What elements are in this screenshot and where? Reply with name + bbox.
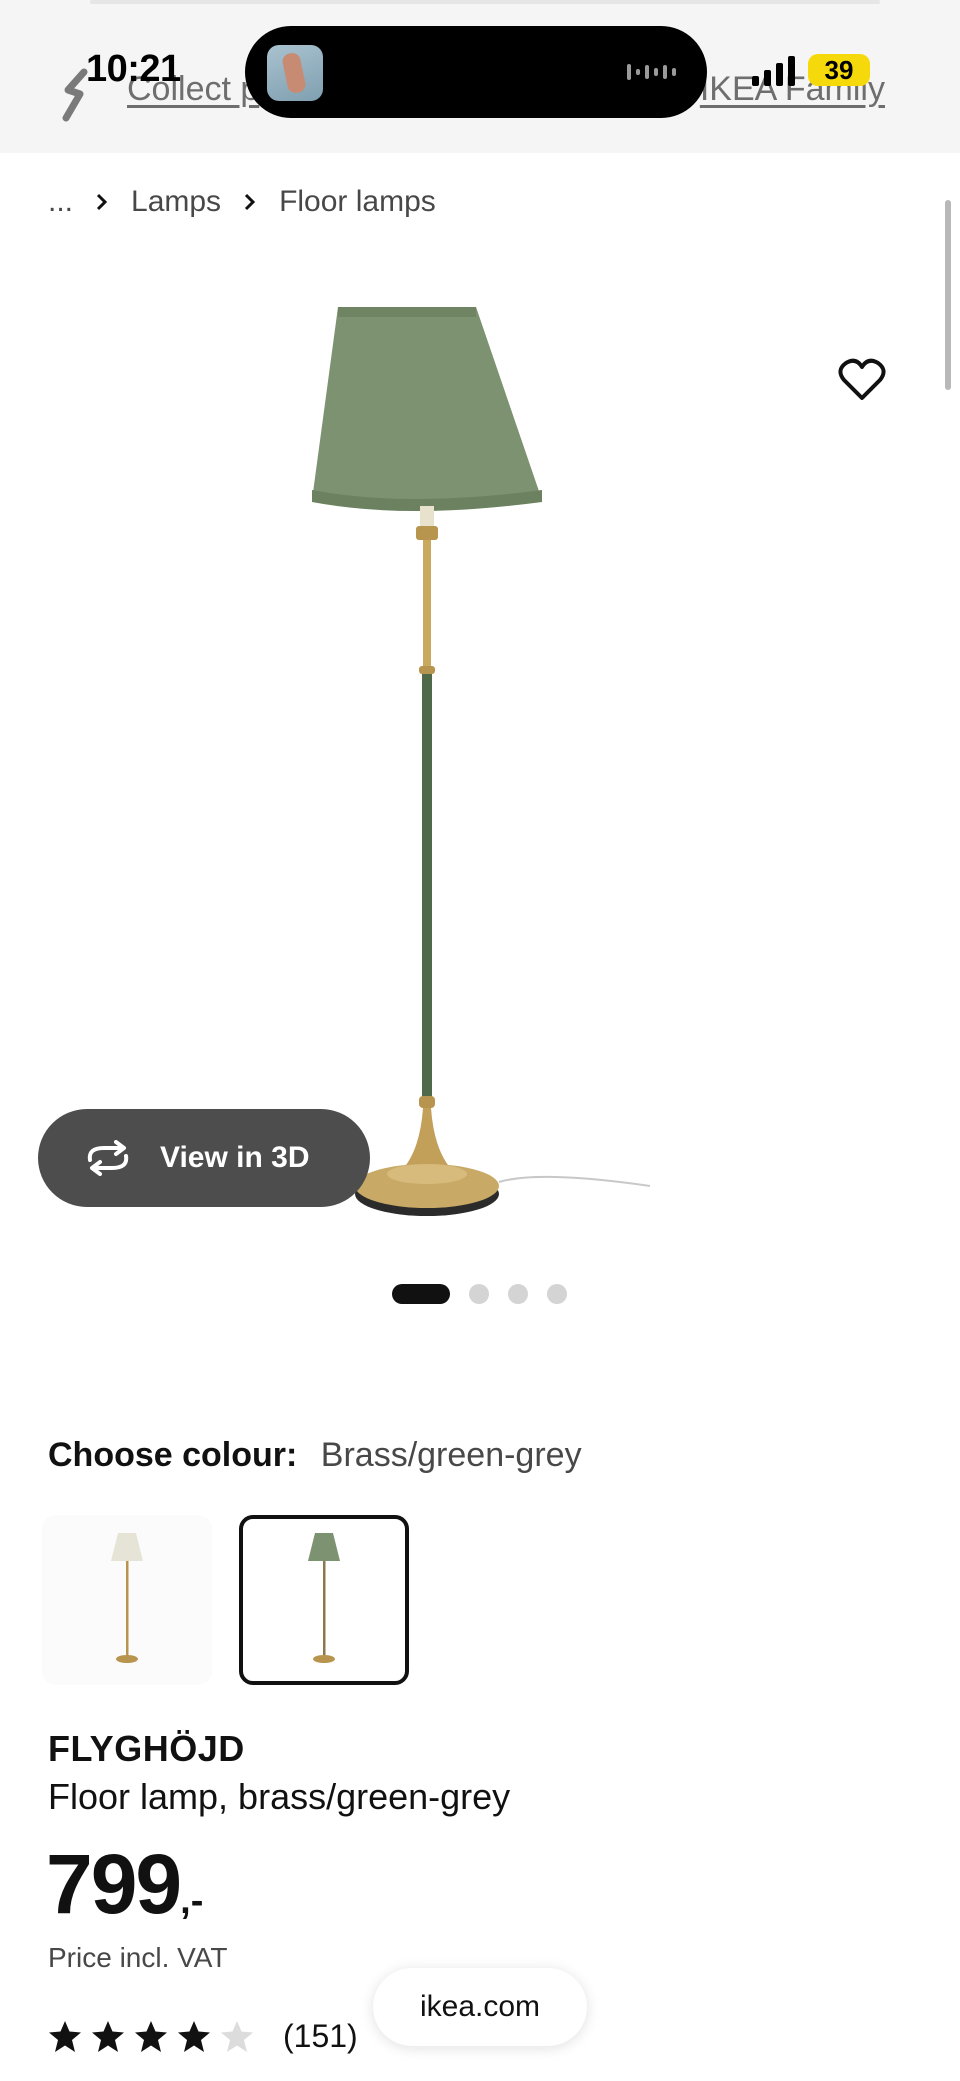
chevron-right-icon: [96, 193, 108, 211]
browser-url-pill[interactable]: ikea.com: [373, 1968, 587, 2046]
star-empty-icon: [221, 2020, 253, 2052]
media-thumbnail: [267, 45, 323, 101]
pagination-dot[interactable]: [469, 1284, 489, 1304]
pagination-dot[interactable]: [547, 1284, 567, 1304]
pagination-dot[interactable]: [508, 1284, 528, 1304]
breadcrumb-ellipsis[interactable]: ...: [48, 185, 73, 219]
breadcrumb: ... Lamps Floor lamps: [48, 185, 436, 219]
scrollbar[interactable]: [945, 200, 951, 390]
star-filled-icon: [49, 2020, 81, 2052]
battery-indicator: 39: [808, 54, 870, 86]
colour-option-white[interactable]: [42, 1515, 212, 1685]
product-description: Floor lamp, brass/green-grey: [48, 1776, 511, 1817]
price-suffix: ,-: [180, 1880, 204, 1922]
colour-chooser-heading: Choose colour: Brass/green-grey: [48, 1436, 582, 1475]
lamp-thumbnail-green-grey: [308, 1533, 340, 1663]
colour-label: Choose colour:: [48, 1436, 298, 1474]
status-time: 10:21: [86, 48, 181, 90]
price-main: 799: [46, 1837, 182, 1931]
star-filled-icon: [92, 2020, 124, 2052]
product-brand: FLYGHÖJD: [48, 1728, 245, 1769]
product-price: 799,-: [46, 1836, 203, 1933]
image-pagination[interactable]: [392, 1284, 586, 1304]
colour-selected-value: Brass/green-grey: [320, 1436, 582, 1474]
star-filled-icon: [135, 2020, 167, 2052]
review-count: (151): [283, 2018, 358, 2054]
star-filled-icon: [178, 2020, 210, 2052]
signal-icon: [752, 56, 795, 86]
breadcrumb-item-floor-lamps[interactable]: Floor lamps: [279, 185, 436, 219]
pagination-dot-active[interactable]: [392, 1284, 450, 1304]
view-in-3d-label: View in 3D: [160, 1141, 310, 1174]
breadcrumb-item-lamps[interactable]: Lamps: [131, 185, 221, 219]
chevron-right-icon: [245, 193, 256, 211]
colour-option-green-grey[interactable]: [239, 1515, 409, 1685]
view-in-3d-button[interactable]: View in 3D: [38, 1109, 370, 1207]
product-rating[interactable]: (151): [48, 2018, 358, 2055]
dynamic-island[interactable]: [245, 26, 707, 118]
lamp-thumbnail-white: [111, 1533, 143, 1663]
banner-top-rule: [90, 0, 880, 4]
product-image-floor-lamp[interactable]: [220, 290, 680, 1250]
heart-icon[interactable]: [838, 358, 886, 402]
vat-note: Price incl. VAT: [48, 1942, 228, 1973]
audio-wave-icon: [627, 64, 676, 80]
rotate-3d-icon: [87, 1140, 129, 1176]
